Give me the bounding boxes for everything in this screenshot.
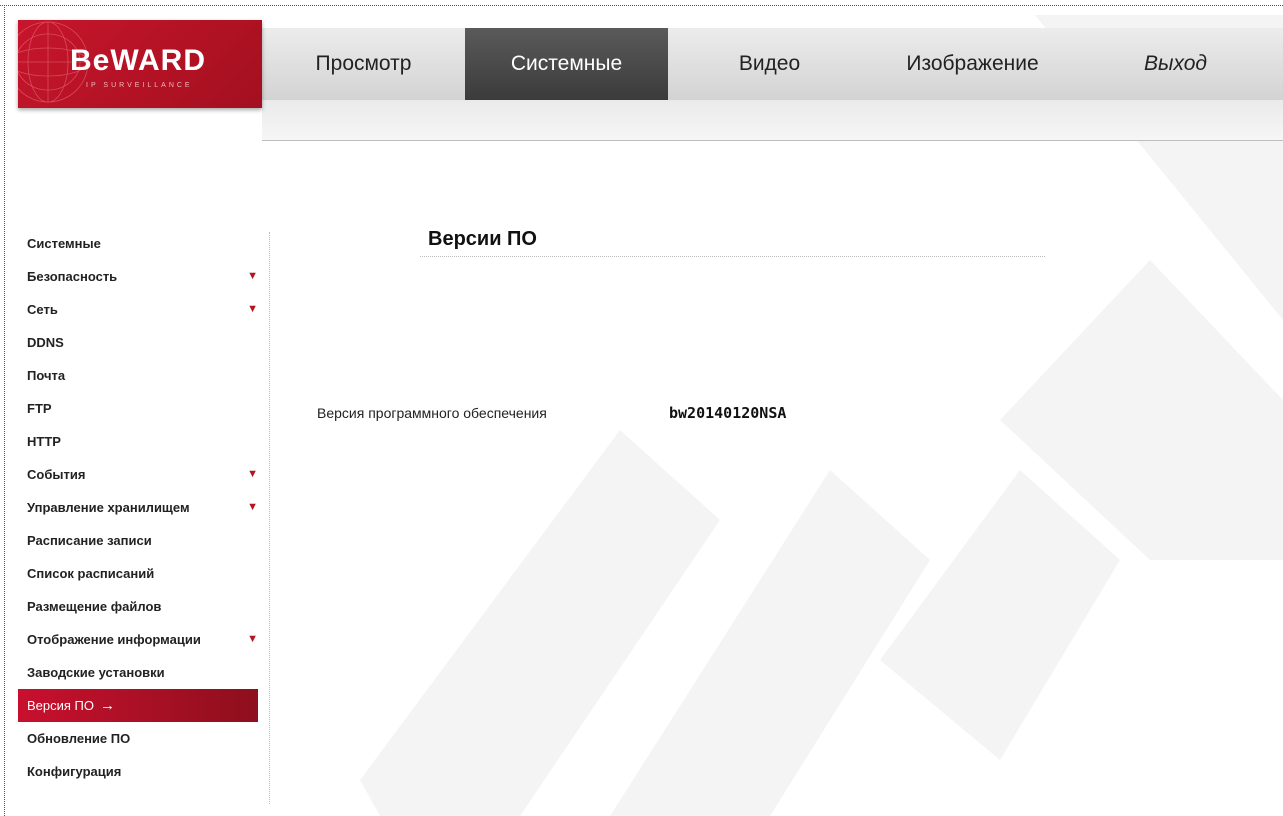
sidebar-menu: Системные Безопасность ▼ Сеть ▼ DDNS Почта… [18, 227, 262, 788]
sidebar-item-firmware-version[interactable]: Версия ПО → [18, 689, 258, 722]
nav-view[interactable]: Просмотр [262, 28, 465, 100]
sidebar-item-ftp[interactable]: FTP [18, 392, 258, 425]
sidebar-item-label: Заводские установки [27, 665, 165, 680]
caret-down-icon: ▼ [247, 303, 258, 315]
sidebar-item-label: Почта [27, 368, 66, 383]
sidebar-item-http[interactable]: HTTP [18, 425, 258, 458]
sidebar-item-label: Безопасность [27, 269, 118, 284]
sidebar-item-storage[interactable]: Управление хранилищем ▼ [18, 491, 258, 524]
sidebar-item-security[interactable]: Безопасность ▼ [18, 260, 258, 293]
sidebar-item-label: Версия ПО [27, 698, 94, 713]
sidebar-item-system[interactable]: Системные [18, 227, 258, 260]
sidebar-item-label: Конфигурация [27, 764, 122, 779]
arrow-right-icon: → [100, 697, 115, 714]
sidebar-item-network[interactable]: Сеть ▼ [18, 293, 258, 326]
nav-video[interactable]: Видео [668, 28, 871, 100]
sidebar-item-label: DDNS [27, 335, 64, 350]
nav-image[interactable]: Изображение [871, 28, 1074, 100]
sidebar-item-label: Размещение файлов [27, 599, 162, 614]
sidebar-item-label: Обновление ПО [27, 731, 131, 746]
page-title: Версии ПО [428, 228, 537, 250]
sidebar-item-schedule-list[interactable]: Список расписаний [18, 557, 258, 590]
sidebar-item-file-location[interactable]: Размещение файлов [18, 590, 258, 623]
sidebar-item-firmware-update[interactable]: Обновление ПО [18, 722, 258, 755]
brand-logo[interactable]: BeWARD IP SURVEILLANCE [18, 20, 262, 108]
sidebar-item-label: Сеть [27, 302, 58, 317]
sidebar-item-record-schedule[interactable]: Расписание записи [18, 524, 258, 557]
sidebar-item-label: FTP [27, 401, 52, 416]
sidebar-item-events[interactable]: События ▼ [18, 458, 258, 491]
sidebar-item-info-display[interactable]: Отображение информации ▼ [18, 623, 258, 656]
page-border-top [0, 5, 1283, 6]
header-subband [262, 100, 1283, 141]
sidebar-item-ddns[interactable]: DDNS [18, 326, 258, 359]
caret-down-icon: ▼ [247, 468, 258, 480]
caret-down-icon: ▼ [247, 633, 258, 645]
sidebar-item-label: Список расписаний [27, 566, 155, 581]
sidebar-item-label: Системные [27, 236, 101, 251]
sidebar-divider [269, 232, 270, 804]
title-divider [420, 256, 1045, 257]
page-border-left [4, 5, 5, 816]
caret-down-icon: ▼ [247, 270, 258, 282]
sidebar-item-label: Отображение информации [27, 632, 201, 647]
sidebar-item-label: Управление хранилищем [27, 500, 190, 515]
nav-exit[interactable]: Выход [1074, 28, 1277, 100]
sidebar-item-label: HTTP [27, 434, 61, 449]
sidebar-item-label: Расписание записи [27, 533, 152, 548]
caret-down-icon: ▼ [247, 501, 258, 513]
logo-tagline: IP SURVEILLANCE [86, 82, 193, 89]
sidebar-item-configuration[interactable]: Конфигурация [18, 755, 258, 788]
logo-text: BeWARD [70, 44, 207, 77]
firmware-version-label: Версия программного обеспечения [317, 405, 547, 421]
sidebar-item-mail[interactable]: Почта [18, 359, 258, 392]
firmware-version-value: bw20140120NSA [669, 404, 787, 422]
nav-system[interactable]: Системные [465, 28, 668, 100]
sidebar-item-factory-defaults[interactable]: Заводские установки [18, 656, 258, 689]
sidebar-item-label: События [27, 467, 86, 482]
top-nav: Просмотр Системные Видео Изображение Вых… [262, 28, 1277, 100]
